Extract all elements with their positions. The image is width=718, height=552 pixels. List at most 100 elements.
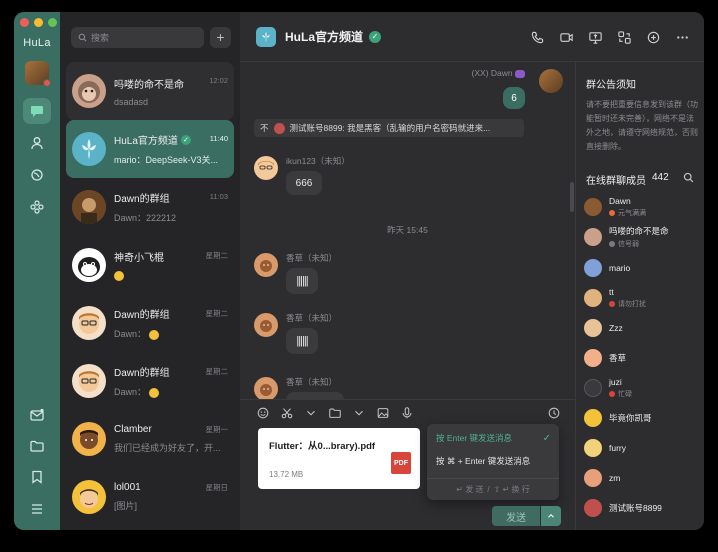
scrollbar[interactable]: [570, 182, 574, 212]
emoji-icon: [114, 270, 124, 281]
conversation-item[interactable]: HuLa官方频道 ✓ mario：DeepSeek-V3关... 11:40: [66, 120, 234, 178]
remote-control-icon[interactable]: [617, 30, 632, 45]
search-icon: [78, 33, 87, 41]
voice-message[interactable]: ||||||: [286, 268, 318, 294]
send-mode-hint: ↵ 发 送 / ⇧ ↵ 换 行: [427, 478, 559, 500]
conversation-preview: Dawn：: [114, 329, 147, 339]
time-divider: 昨天 15:45: [387, 225, 428, 235]
conversation-name: HuLa官方频道: [114, 136, 178, 147]
left-rail: HuLa: [14, 12, 60, 530]
member-status: 信号弱: [609, 239, 669, 249]
message-bubble[interactable]: 6: [503, 87, 525, 109]
emoji-picker-icon[interactable]: [256, 406, 270, 420]
chat-panel: HuLa官方频道 ✓ (XX) Dawn 6 不 测试账号8899: 我是黑客（…: [240, 12, 704, 530]
nav-plugins-button[interactable]: [23, 194, 51, 220]
avatar: [584, 379, 602, 397]
send-button[interactable]: 发送: [492, 506, 540, 526]
conversation-item[interactable]: 吗喽的命不是命 dsadasd 12:02: [66, 62, 234, 120]
conversation-preview: mario：DeepSeek-V3关...: [114, 155, 219, 165]
maximize-window-button[interactable]: [48, 18, 57, 27]
online-count: 442: [652, 172, 669, 183]
member-item[interactable]: Zzz: [584, 317, 623, 339]
message-sender: 香草（未知）: [286, 313, 338, 323]
plus-icon: +: [216, 29, 225, 45]
member-item[interactable]: mario: [584, 257, 630, 279]
conversation-preview: [图片]: [114, 501, 138, 511]
message-list: (XX) Dawn 6 不 测试账号8899: 我是黑客（乱输的用户名密码就进来…: [240, 62, 575, 399]
person-icon: [31, 137, 43, 150]
phone-icon[interactable]: [530, 30, 545, 45]
send-options-button[interactable]: [541, 506, 561, 526]
chat-title: HuLa官方频道: [285, 30, 364, 44]
member-item[interactable]: 吗喽的命不是命 信号弱: [584, 226, 669, 248]
minimize-window-button[interactable]: [34, 18, 43, 27]
member-item[interactable]: Dawn 元气满满: [584, 196, 646, 218]
add-button[interactable]: +: [210, 26, 231, 48]
more-options-icon[interactable]: [675, 30, 690, 45]
avatar[interactable]: [539, 69, 563, 93]
chevron-down-icon[interactable]: [304, 406, 318, 420]
file-attachment[interactable]: Flutter：从0...brary).pdf 13.72 MB PDF: [258, 428, 420, 489]
nav-menu-button[interactable]: [23, 496, 51, 522]
message-sender: ikun123（未知）: [286, 156, 350, 166]
member-item[interactable]: furry: [584, 437, 626, 459]
member-item[interactable]: juzi 忙碌: [584, 377, 632, 399]
conversation-item[interactable]: lol001 [图片] 星期日: [66, 468, 234, 526]
nav-messages-button[interactable]: [23, 98, 51, 124]
screen-share-icon[interactable]: [588, 30, 603, 45]
nav-collections-button[interactable]: [23, 464, 51, 490]
microphone-icon[interactable]: [400, 406, 414, 420]
member-item[interactable]: zm: [584, 467, 620, 489]
message-bubble[interactable]: 666: [286, 171, 322, 195]
member-item[interactable]: tt 请勿打扰: [584, 287, 646, 309]
search-icon[interactable]: [683, 172, 694, 183]
send-mode-enter-option[interactable]: 按 Enter 键发送消息: [436, 432, 512, 444]
close-window-button[interactable]: [20, 18, 29, 27]
conversation-time: 11:40: [209, 134, 228, 143]
member-item[interactable]: 测试账号8899: [584, 497, 662, 519]
message-sender: 香草（未知）: [286, 253, 338, 263]
avatar[interactable]: [254, 156, 278, 180]
member-item[interactable]: 毕竟你凯哥: [584, 407, 652, 429]
notice-prefix: 不: [260, 123, 269, 133]
file-size: 13.72 MB: [269, 470, 304, 479]
conversation-item[interactable]: Clamber 我们已经成为好友了，开... 星期一: [66, 410, 234, 468]
announcement-bar[interactable]: 不 测试账号8899: 我是黑客（乱输的用户名密码就进来...: [254, 119, 524, 137]
screenshot-scissors-icon[interactable]: [280, 406, 294, 420]
nav-files-button[interactable]: [23, 433, 51, 459]
app-window: HuLa 搜索 + 吗喽的命不是命 dsadasd 12:02 HuLa官方频道…: [14, 12, 704, 530]
member-name: Dawn: [609, 196, 631, 206]
avatar: [584, 289, 602, 307]
search-input[interactable]: 搜索: [71, 26, 204, 48]
chevron-down-icon[interactable]: [352, 406, 366, 420]
image-icon[interactable]: [376, 406, 390, 420]
avatar[interactable]: [254, 253, 278, 277]
conversation-time: 星期一: [205, 425, 229, 434]
avatar: [273, 122, 285, 134]
send-mode-cmd-enter-option[interactable]: 按 ⌘ + Enter 键发送消息: [436, 455, 530, 467]
avatar[interactable]: [254, 377, 278, 399]
nav-contacts-button[interactable]: [23, 130, 51, 156]
conversation-time: 星期二: [205, 367, 229, 376]
avatar: [584, 319, 602, 337]
conversation-item[interactable]: Dawn的群组 Dawn： 星期二: [66, 352, 234, 410]
user-avatar[interactable]: [25, 61, 51, 87]
voice-message[interactable]: ||||||: [286, 328, 318, 354]
video-call-icon[interactable]: [559, 30, 574, 45]
verified-icon: ✓: [369, 30, 382, 43]
folder-icon[interactable]: [328, 406, 342, 420]
avatar[interactable]: [254, 313, 278, 337]
member-item[interactable]: 香草: [584, 347, 626, 369]
conversation-preview: dsadasd: [114, 96, 149, 107]
avatar: [72, 74, 106, 108]
message-bubble[interactable]: [286, 392, 344, 399]
history-icon[interactable]: [547, 406, 561, 420]
nav-mail-button[interactable]: [23, 402, 51, 428]
conversation-item[interactable]: 神奇小飞棍 星期二: [66, 236, 234, 294]
message-sender: (XX) Dawn: [472, 68, 525, 78]
nav-explore-button[interactable]: [23, 162, 51, 188]
add-chat-icon[interactable]: [646, 30, 661, 45]
conversation-item[interactable]: Dawn的群组 Dawn：222212 11:03: [66, 178, 234, 236]
conversation-item[interactable]: Dawn的群组 Dawn： 星期二: [66, 294, 234, 352]
conversation-preview: 我们已经成为好友了，开...: [114, 443, 221, 453]
